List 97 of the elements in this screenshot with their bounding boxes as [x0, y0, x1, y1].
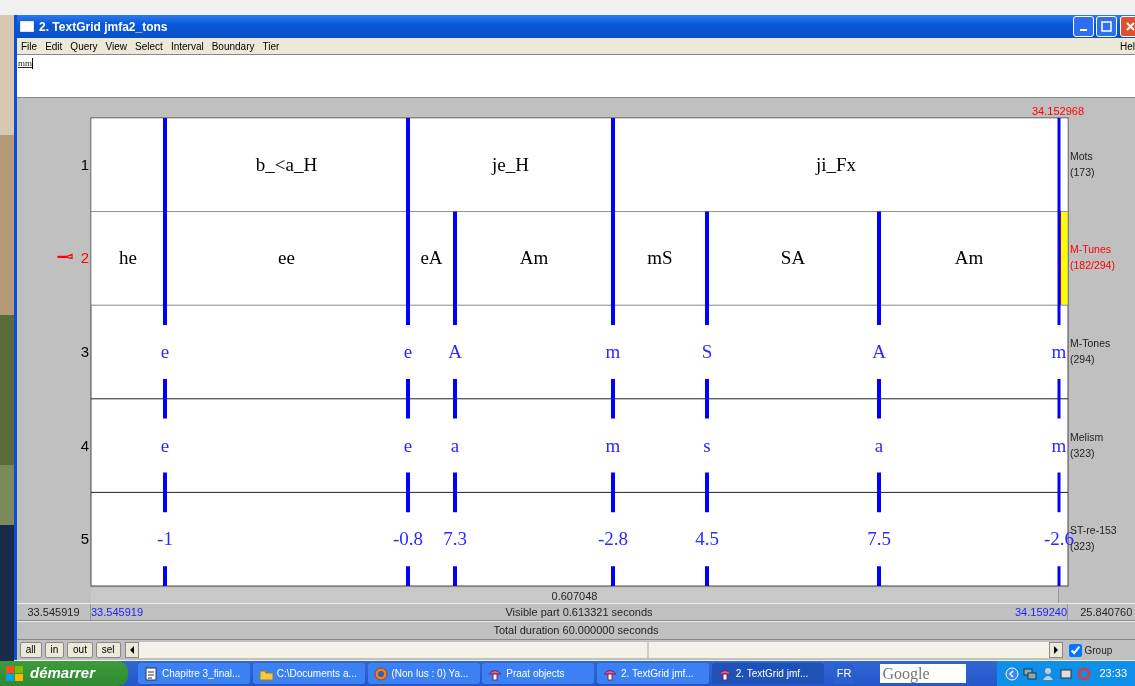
window-title: 2. TextGrid jmfa2_tons	[39, 18, 169, 36]
start-button[interactable]: démarrer	[0, 661, 128, 686]
point-label[interactable]: 7.5	[867, 528, 891, 550]
language-indicator[interactable]: FR	[833, 663, 855, 684]
printer-icon[interactable]	[1059, 666, 1074, 681]
right-arrow-icon	[1053, 646, 1060, 654]
text-field[interactable]: mm	[17, 54, 1135, 98]
interval-label[interactable]: he	[119, 247, 137, 269]
point-label[interactable]: S	[701, 341, 713, 362]
point-label[interactable]: A	[448, 341, 462, 362]
menu-item[interactable]: Interval	[166, 38, 208, 54]
interval-cell[interactable]	[1059, 212, 1068, 305]
remaining-time: 25.840760	[1079, 604, 1134, 620]
close-button[interactable]	[1120, 16, 1135, 37]
total-duration: Total duration 60.000000 seconds	[493, 623, 659, 639]
visible-end-time: 34.159240	[1015, 604, 1067, 620]
taskbar-button[interactable]: (Non lus : 0) Ya...	[367, 663, 480, 684]
group-checkbox[interactable]	[1068, 643, 1082, 657]
tier-count: (323)	[1070, 446, 1095, 459]
point-label[interactable]: a	[450, 434, 460, 456]
point-label[interactable]: e	[160, 341, 170, 362]
taskbar-button[interactable]: 2. TextGrid jmf...	[711, 663, 824, 684]
interval-label[interactable]: Am	[954, 247, 984, 269]
point-label[interactable]: 7.3	[443, 528, 467, 550]
tier-number[interactable]: 1	[80, 155, 89, 173]
menu-item[interactable]: Select	[131, 38, 167, 54]
selection-duration: 0.607048	[91, 588, 1059, 603]
window-start-time: 33.545919	[17, 603, 91, 621]
point-label[interactable]: e	[160, 434, 170, 456]
tier-number[interactable]: 3	[80, 343, 89, 360]
point-label[interactable]: -0.8	[392, 528, 424, 550]
tier-name[interactable]: Mots	[1070, 149, 1093, 162]
interval-cell[interactable]	[91, 212, 165, 305]
maximize-button[interactable]	[1096, 16, 1118, 37]
interval-label[interactable]: Am	[519, 247, 549, 269]
tier-name[interactable]: Melism	[1070, 430, 1104, 443]
point-label[interactable]: m	[605, 341, 621, 362]
point-label[interactable]: e	[403, 341, 413, 362]
point-label[interactable]: A	[872, 341, 886, 362]
scroll-right-button[interactable]	[1049, 642, 1064, 658]
left-arrow-icon	[129, 646, 136, 654]
search-field[interactable]: Google	[880, 664, 967, 683]
visible-part: Visible part 0.613321 seconds	[504, 604, 654, 620]
menu-item[interactable]: Boundary	[207, 38, 259, 54]
point-label[interactable]: e	[403, 434, 413, 456]
point-label[interactable]: a	[874, 434, 884, 456]
tier-name[interactable]: M-Tones	[1070, 337, 1111, 349]
maximize-icon	[1101, 21, 1113, 32]
menu-item[interactable]: File	[17, 38, 42, 54]
point-label[interactable]: s	[703, 434, 711, 456]
interval-label[interactable]: je_H	[492, 153, 529, 175]
tier-number[interactable]: 5	[80, 530, 89, 548]
scroll-left-button[interactable]	[125, 642, 140, 658]
menu-item[interactable]: View	[101, 38, 132, 54]
point-label[interactable]: m	[1051, 341, 1067, 362]
taskbar-button[interactable]: Praat objects	[482, 663, 595, 684]
zoom-button[interactable]: in	[44, 642, 65, 658]
cursor-time: 34.152968	[1032, 105, 1084, 117]
menu-item[interactable]: Query	[66, 38, 102, 54]
point-label[interactable]: m	[605, 434, 621, 456]
taskbar-button[interactable]: C:\Documents a...	[252, 663, 365, 684]
menu-item[interactable]: Hel	[1116, 38, 1135, 54]
zoom-button[interactable]: out	[67, 642, 93, 658]
window-icon	[20, 21, 34, 32]
tier-number[interactable]: 4	[80, 436, 89, 454]
interval-label[interactable]: ji_Fx	[815, 153, 857, 175]
document-icon	[144, 666, 158, 681]
menu-item[interactable]: Tier	[258, 38, 284, 54]
interval-cell[interactable]	[91, 118, 165, 212]
tier-name[interactable]: ST-re-153	[1070, 524, 1117, 537]
minimize-button[interactable]	[1072, 16, 1094, 37]
tier-count: (173)	[1070, 165, 1095, 178]
taskbar-button[interactable]: Chapitre 3_final...	[138, 663, 250, 684]
close-icon	[1125, 21, 1135, 32]
point-label[interactable]: m	[1051, 434, 1067, 456]
point-label[interactable]: 4.5	[695, 528, 719, 550]
checkbox-label: Group	[1084, 643, 1113, 658]
interval-label[interactable]: eA	[420, 247, 443, 269]
taskbar-button[interactable]: 2. TextGrid jmf...	[597, 663, 709, 684]
interval-label[interactable]: SA	[780, 247, 806, 269]
zoom-button[interactable]: all	[19, 642, 42, 658]
minimize-icon	[1079, 28, 1087, 31]
point-label[interactable]: -2.8	[597, 528, 629, 550]
clock: 23:33	[1099, 666, 1127, 682]
menu-item[interactable]: Edit	[41, 38, 67, 54]
windows-flag-icon	[6, 665, 24, 682]
globe-icon	[373, 666, 388, 681]
interval-cell[interactable]	[1059, 118, 1068, 212]
tier-count: (182/294)	[1070, 259, 1115, 272]
point-label[interactable]: -1	[157, 528, 173, 550]
visible-start-time: 33.545919	[91, 604, 143, 620]
tier-count: (294)	[1070, 353, 1095, 365]
network-icon[interactable]	[1023, 666, 1038, 681]
interval-label[interactable]: mS	[647, 247, 673, 269]
interval-label[interactable]: b_<a_H	[255, 153, 318, 175]
interval-label[interactable]: ee	[278, 247, 295, 269]
zoom-button[interactable]: sel	[95, 642, 121, 658]
